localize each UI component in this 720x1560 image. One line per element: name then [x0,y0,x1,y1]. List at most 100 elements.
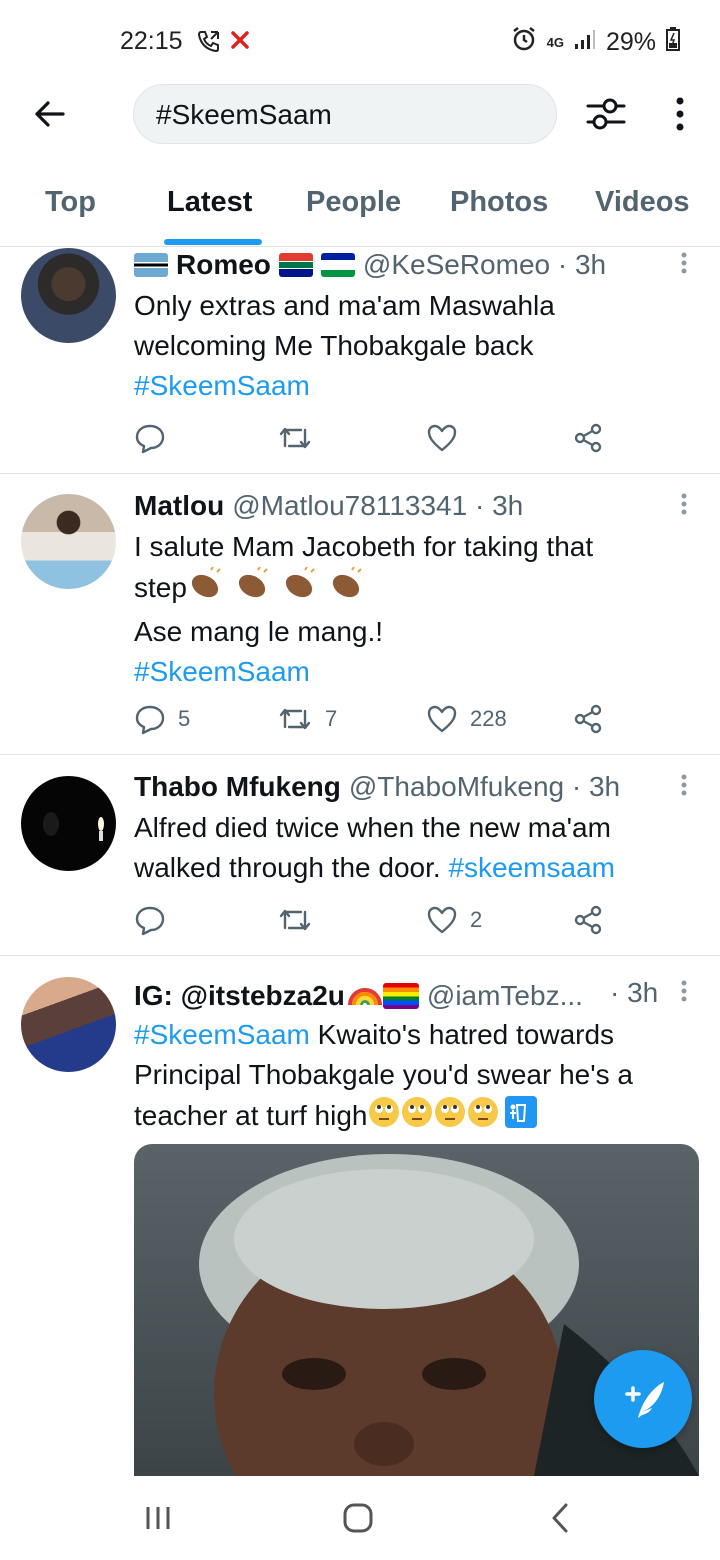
hashtag-link[interactable]: #SkeemSaam [134,366,694,406]
botswana-flag-icon [134,253,168,277]
tweet-handle: @iamTebz... [426,979,583,1011]
back-button[interactable] [30,94,70,134]
share-button[interactable] [572,900,604,940]
tweet-text: #SkeemSaam Kwaito's hatred towards Princ… [134,1015,694,1140]
tweet-actions: 2 [134,900,604,940]
reply-button[interactable] [134,418,166,458]
compose-tweet-button[interactable] [594,1350,692,1448]
retweet-button[interactable] [277,418,313,458]
tab-people[interactable]: People [306,186,401,219]
tweet-time: · 3h [610,977,659,1008]
reply-count: 5 [178,706,191,731]
retweet-icon [279,708,311,730]
tweet-text-segment: step [134,571,187,603]
tweet-header: Thabo Mfukeng @ThaboMfukeng · 3h [134,771,620,803]
heart-icon [427,705,457,733]
like-button[interactable]: 2 [426,900,482,940]
tweet-more-button[interactable] [676,772,692,802]
like-button[interactable]: 228 [426,699,507,739]
retweet-count: 7 [325,706,338,731]
tweet-text: I salute Mam Jacobeth for taking that st… [134,527,694,692]
tweet-more-button[interactable] [676,978,692,1008]
share-button[interactable] [572,699,604,739]
tweet-text-line-with-hashtag: #SkeemSaam Kwaito's hatred towards [134,1015,694,1055]
retweet-button[interactable]: 7 [277,699,337,739]
tab-videos[interactable]: Videos [595,186,690,219]
more-vertical-icon [681,493,687,515]
overflow-menu-button[interactable] [670,94,690,134]
tweet-handle-time: @Matlou78113341 · 3h [232,490,524,521]
clapping-hands-emoji-icon [187,566,387,612]
tweet-more-button[interactable] [676,491,692,521]
tweet-text-line-with-emoji: teacher at turf high [134,1095,694,1140]
like-button[interactable] [426,418,458,458]
tweet-text-segment: teacher at turf high [134,1099,368,1131]
system-nav-bar [0,1476,720,1560]
like-count: 228 [470,706,507,731]
tweet-text-line: Only extras and ma'am Maswahla [134,290,555,321]
more-vertical-icon [676,97,684,131]
tweet-divider [0,955,720,956]
recents-icon [146,1507,170,1529]
tab-photos[interactable]: Photos [450,186,548,219]
retweet-icon [279,909,311,931]
signal-icon [574,28,596,57]
hashtag-link[interactable]: #skeemsaam [448,852,615,883]
tweet-text-segment: walked through the door. [134,852,441,883]
tweet-divider [0,473,720,474]
search-input[interactable]: #SkeemSaam [133,84,557,144]
reply-button[interactable]: 5 [134,699,190,739]
avatar[interactable] [21,494,116,589]
tweet-text: Only extras and ma'am Maswahla welcoming… [134,286,694,406]
missed-call-icon [230,30,250,55]
battery-icon [666,27,680,58]
tweet-handle-time: @KeSeRomeo · 3h [362,249,607,280]
more-vertical-icon [681,252,687,274]
battery-text: 29% [605,28,656,56]
hashtag-link[interactable]: #SkeemSaam [134,1019,310,1050]
system-back-button[interactable] [545,1500,577,1536]
candle-flame-icon [43,812,104,841]
heart-icon [427,424,457,452]
network-type: 4G [546,34,564,50]
alarm-icon [511,26,537,59]
tweet-author-name[interactable]: IG: @itstebza2u [134,980,345,1012]
tweet-text-line: I salute Mam Jacobeth for taking that [134,531,594,562]
tweet-more-button[interactable] [676,250,692,280]
tabs-divider [0,246,720,247]
share-icon [574,905,602,935]
tweet-author-name[interactable]: Thabo Mfukeng [134,771,341,803]
heart-icon [427,906,457,934]
retweet-button[interactable] [277,900,313,940]
avatar[interactable] [21,776,116,871]
active-tab-indicator [164,239,262,245]
reply-icon [135,424,165,454]
tweet-actions: 5 7 228 [134,699,604,739]
filter-sliders-icon [586,98,626,130]
tweet-text-segment: Kwaito's hatred towards [309,1019,615,1050]
search-settings-button[interactable] [584,94,628,134]
avatar[interactable] [21,248,116,343]
more-vertical-icon [681,980,687,1002]
share-button[interactable] [572,418,604,458]
chevron-left-icon [552,1503,568,1533]
recent-apps-button[interactable] [142,1502,174,1534]
tweet-author-name[interactable]: Matlou [134,490,224,522]
reply-button[interactable] [134,900,166,940]
tweet-divider [0,754,720,755]
south-africa-flag-icon [278,253,313,277]
home-button[interactable] [340,1500,376,1536]
lesotho-flag-icon [320,253,355,277]
rainbow-flag-icon [382,982,419,1009]
hashtag-link[interactable]: #SkeemSaam [134,652,694,692]
more-vertical-icon [681,774,687,796]
eye-roll-emoji-icon [367,1095,547,1140]
status-right: 4G 29% [511,26,680,59]
tab-latest[interactable]: Latest [167,186,252,219]
tab-top[interactable]: Top [45,186,96,219]
tweet-handle-time: @ThaboMfukeng · 3h [348,771,621,802]
retweet-icon [279,427,311,449]
status-time: 22:15 [120,27,183,55]
avatar[interactable] [21,977,116,1072]
tweet-author-name[interactable]: Romeo [176,249,271,281]
